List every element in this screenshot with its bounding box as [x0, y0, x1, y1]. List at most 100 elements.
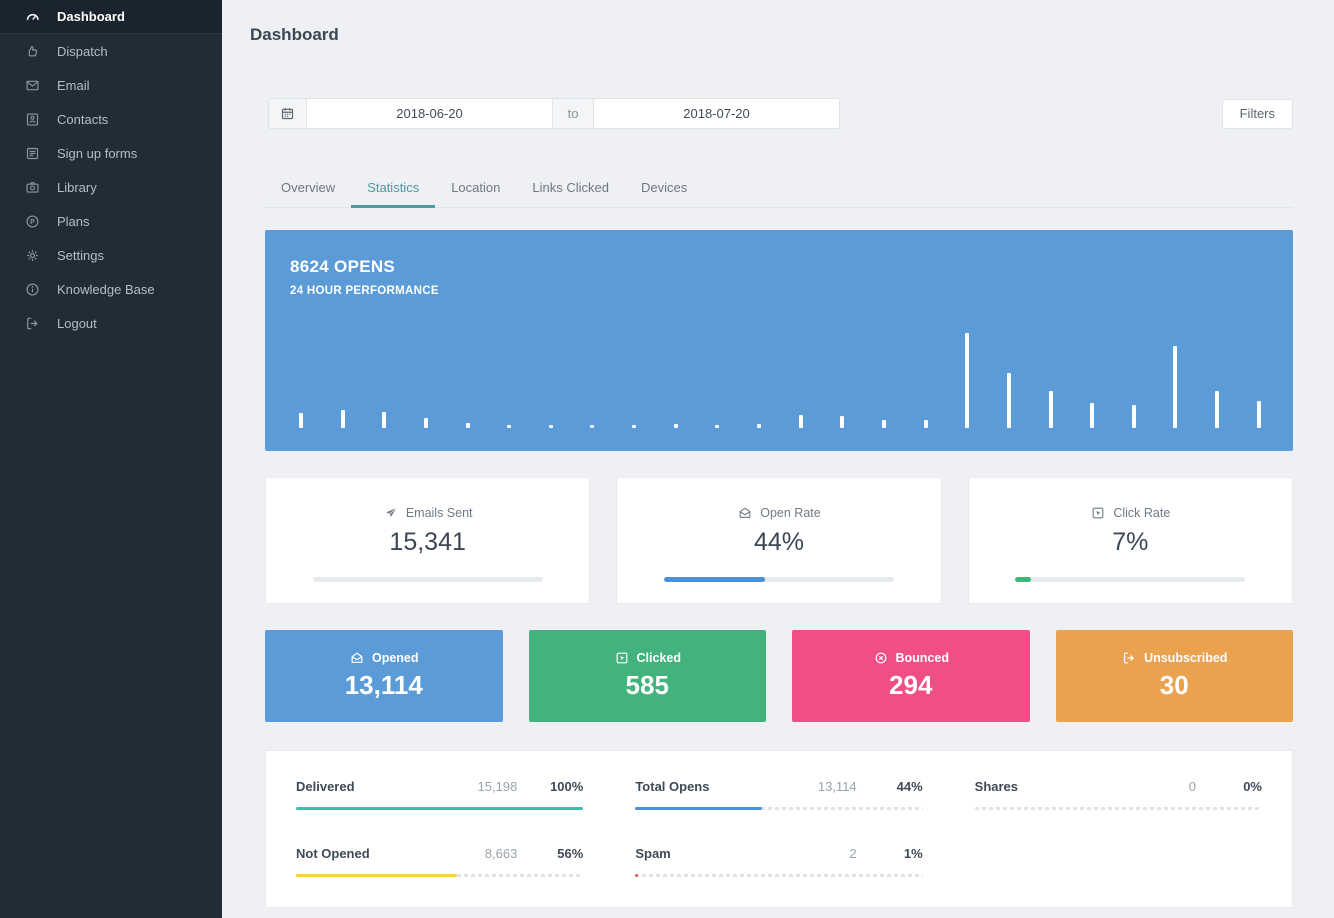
stat-card-value: 44% — [753, 528, 805, 556]
chart-title: 8624 OPENS — [290, 257, 396, 276]
filters-button[interactable]: Filters — [1221, 98, 1293, 129]
tab-label: Statistics — [367, 180, 420, 195]
sidebar-item-label: Settings — [57, 247, 104, 263]
breakdown-label: Shares — [974, 779, 1019, 794]
email-icon — [24, 77, 40, 93]
tab-label: Links Clicked — [532, 180, 609, 195]
metric-card-clicked: Clicked 585 — [528, 630, 767, 722]
stat-progress-track — [663, 577, 894, 582]
tab-label: Location — [451, 180, 501, 195]
date-from-input[interactable] — [307, 99, 552, 128]
send-icon — [383, 505, 399, 521]
sidebar-item-plans[interactable]: P Plans — [0, 204, 222, 238]
stat-card-label: Click Rate — [969, 505, 1292, 521]
metric-card-label: Bounced — [792, 650, 1030, 666]
sidebar: Dashboard Dispatch Email Contacts Sign u… — [0, 0, 222, 918]
sidebar-item-label: Library — [57, 179, 97, 195]
stat-card-emails-sent: Emails Sent 15,341 — [265, 477, 591, 604]
breakdown-panel: Delivered 15,198 100% Total Opens 13,114… — [265, 750, 1293, 908]
breakdown-percent: 100% — [550, 779, 584, 794]
breakdown-progress-fill — [296, 807, 584, 810]
breakdown-progress-fill — [635, 807, 762, 810]
unsubscribed-icon — [1121, 650, 1137, 666]
app-window: Dashboard Dispatch Email Contacts Sign u… — [0, 0, 1334, 918]
tab-location[interactable]: Location — [435, 172, 516, 208]
opened-icon — [349, 650, 365, 666]
tab-statistics[interactable]: Statistics — [351, 172, 436, 208]
breakdown-progress-track — [635, 874, 923, 877]
breakdown-progress-track — [296, 807, 584, 810]
sidebar-item-logout[interactable]: Logout — [0, 306, 222, 340]
metric-card-value: 294 — [889, 670, 933, 700]
chart-bar — [1131, 405, 1136, 428]
breakdown-progress-track — [635, 807, 923, 810]
metric-card-value: 30 — [1159, 670, 1189, 700]
dashboard-icon — [24, 9, 40, 25]
date-to-input[interactable] — [594, 99, 839, 128]
chart-bar — [1006, 372, 1011, 428]
chart-bar — [881, 420, 886, 428]
sidebar-item-label: Sign up forms — [57, 145, 138, 161]
svg-text:P: P — [30, 218, 35, 226]
metric-card-value: 585 — [625, 670, 669, 700]
chart-bar — [423, 417, 428, 428]
chart-bar — [299, 412, 303, 428]
metric-card-value: 13,114 — [344, 670, 423, 700]
breakdown-label: Not Opened — [296, 846, 370, 861]
main-content: Dashboard to Filters — [222, 0, 1334, 918]
chart-bar — [548, 425, 553, 428]
sidebar-item-contacts[interactable]: Contacts — [0, 102, 222, 136]
sidebar-item-dashboard[interactable]: Dashboard — [0, 0, 222, 34]
date-range-separator: to — [552, 99, 594, 128]
stat-progress-fill — [663, 577, 766, 582]
chart-bar — [1256, 401, 1261, 428]
chart-bar — [1173, 346, 1178, 428]
metric-card-bounced: Bounced 294 — [792, 630, 1030, 722]
breakdown-progress-track — [296, 874, 584, 877]
date-range-picker: to — [268, 98, 840, 129]
chart-bar — [382, 411, 387, 428]
sidebar-item-label: Knowledge Base — [57, 281, 155, 297]
stat-card-open-rate: Open Rate 44% — [616, 477, 942, 604]
breakdown-progress-fill — [635, 874, 639, 877]
breakdown-percent: 1% — [903, 846, 923, 861]
sidebar-item-label: Plans — [57, 213, 90, 229]
sidebar-item-label: Contacts — [57, 111, 109, 127]
settings-icon — [24, 247, 40, 263]
tab-devices[interactable]: Devices — [625, 172, 703, 208]
library-icon — [24, 179, 40, 195]
contacts-icon — [24, 111, 40, 127]
chart-bar — [840, 415, 845, 428]
sidebar-item-email[interactable]: Email — [0, 68, 222, 102]
breakdown-percent: 56% — [557, 846, 584, 861]
breakdown-progress-track — [974, 807, 1262, 810]
hourly-bars — [299, 333, 1261, 428]
opens-chart-panel: 8624 OPENS 24 HOUR PERFORMANCE — [265, 230, 1293, 451]
sidebar-item-library[interactable]: Library — [0, 170, 222, 204]
chart-bar — [507, 425, 512, 428]
stat-card-click-rate: Click Rate 7% — [967, 477, 1293, 604]
chart-bar — [715, 425, 720, 428]
calendar-icon[interactable] — [269, 99, 307, 128]
breakdown-row-spam: Spam 2 1% — [635, 838, 923, 877]
tab-list: Overview Statistics Location Links Click… — [265, 172, 703, 208]
sidebar-item-sign-up-forms[interactable]: Sign up forms — [0, 136, 222, 170]
metric-card-opened: Opened 13,114 — [265, 630, 503, 722]
tab-links-clicked[interactable]: Links Clicked — [516, 172, 625, 208]
metric-card-label: Clicked — [529, 650, 767, 666]
sidebar-item-settings[interactable]: Settings — [0, 238, 222, 272]
sidebar-item-dispatch[interactable]: Dispatch — [0, 34, 222, 68]
chart-bar — [673, 424, 678, 428]
sidebar-item-label: Email — [57, 77, 90, 93]
tab-label: Devices — [640, 180, 688, 195]
breakdown-percent: 44% — [896, 779, 923, 794]
bounced-icon — [873, 650, 889, 666]
dispatch-icon — [24, 43, 40, 59]
chart-bar — [1090, 403, 1095, 428]
stat-card-label: Open Rate — [617, 505, 940, 521]
tab-bar: Overview Statistics Location Links Click… — [265, 172, 1293, 208]
breakdown-row-shares: Shares 0 0% — [974, 771, 1262, 810]
chart-bar — [798, 414, 803, 428]
sidebar-item-knowledge-base[interactable]: Knowledge Base — [0, 272, 222, 306]
tab-overview[interactable]: Overview — [265, 172, 351, 208]
